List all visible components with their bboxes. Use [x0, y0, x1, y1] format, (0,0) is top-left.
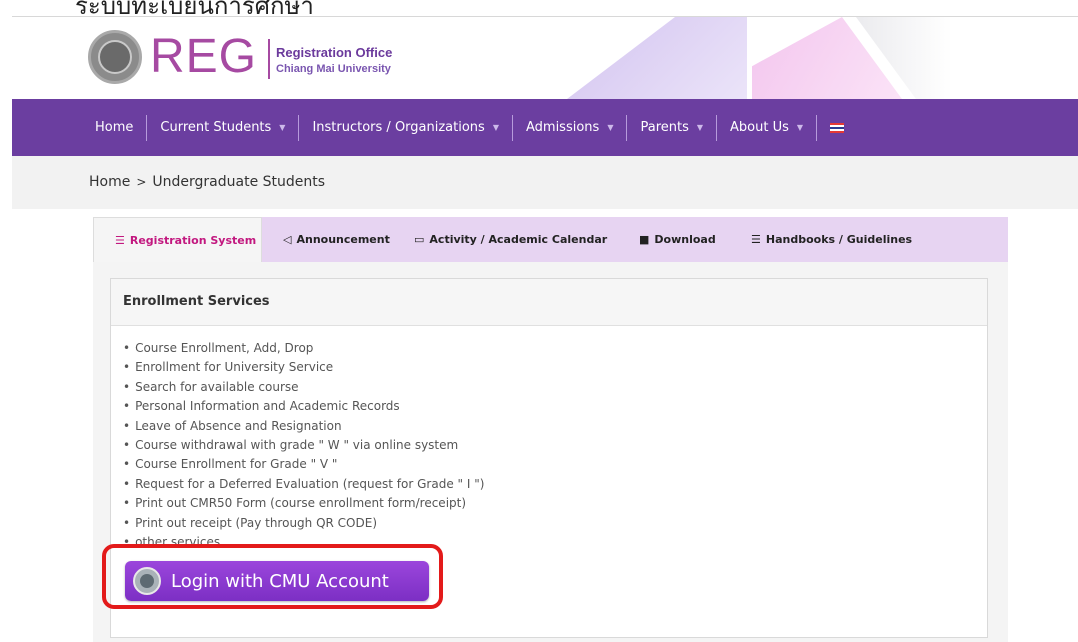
database-icon: ☰	[115, 234, 125, 247]
breadcrumb: Home > Undergraduate Students	[12, 156, 1078, 209]
logo-university-text: Chiang Mai University	[276, 63, 391, 75]
login-button-label: Login with CMU Account	[171, 570, 389, 592]
breadcrumb-current: Undergraduate Students	[152, 174, 326, 190]
logo-office-text: Registration Office	[276, 45, 393, 60]
chevron-down-icon: ▼	[696, 123, 704, 132]
nav-home[interactable]: Home	[82, 99, 146, 156]
panel-title: Enrollment Services	[123, 294, 270, 309]
nav-about-us[interactable]: About Us ▼	[717, 99, 816, 156]
logo-divider	[268, 39, 270, 79]
header-decoration	[567, 17, 747, 99]
list-icon: ☰	[751, 233, 761, 246]
tab-registration-system[interactable]: ☰ Registration System	[93, 217, 262, 263]
reg-logo[interactable]: REG	[150, 29, 257, 85]
list-item: Enrollment for University Service	[123, 358, 484, 377]
tab-academic-calendar[interactable]: ▭ Activity / Academic Calendar	[414, 217, 607, 262]
tab-bar: ☰ Registration System ◁ Announcement ▭ Acti…	[93, 217, 1008, 263]
list-item: Request for a Deferred Evaluation (reque…	[123, 475, 484, 494]
nav-admissions[interactable]: Admissions ▼	[513, 99, 626, 156]
list-item: Leave of Absence and Resignation	[123, 417, 484, 436]
nav-current-students[interactable]: Current Students ▼	[147, 99, 298, 156]
university-seal-icon[interactable]	[88, 30, 142, 84]
file-icon: ■	[639, 233, 650, 246]
tab-announcement[interactable]: ◁ Announcement	[283, 217, 390, 262]
services-list: Course Enrollment, Add, Drop Enrollment …	[123, 339, 484, 552]
chevron-down-icon: ▼	[492, 123, 499, 132]
list-item: Personal Information and Academic Record…	[123, 397, 484, 416]
list-item: Course Enrollment for Grade " V "	[123, 455, 484, 474]
breadcrumb-separator: >	[136, 175, 147, 189]
tab-download[interactable]: ■ Download	[639, 217, 716, 262]
chevron-down-icon: ▼	[607, 123, 614, 132]
list-item: Print out receipt (Pay through QR CODE)	[123, 514, 484, 533]
chevron-down-icon: ▼	[796, 123, 804, 132]
list-item: Search for available course	[123, 378, 484, 397]
breadcrumb-home[interactable]: Home	[89, 174, 130, 190]
nav-parents[interactable]: Parents ▼	[627, 99, 716, 156]
language-switcher[interactable]	[817, 99, 857, 156]
list-item: Course Enrollment, Add, Drop	[123, 339, 484, 358]
megaphone-icon: ◁	[283, 233, 292, 246]
nav-instructors[interactable]: Instructors / Organizations ▼	[299, 99, 512, 156]
tab-handbooks[interactable]: ☰ Handbooks / Guidelines	[751, 217, 912, 262]
cmu-seal-icon	[133, 567, 161, 595]
list-item: Print out CMR50 Form (course enrollment …	[123, 494, 484, 513]
thai-flag-icon	[830, 122, 845, 133]
list-item: Course withdrawal with grade " W " via o…	[123, 436, 484, 455]
main-navbar: Home Current Students ▼ Instructors / Org…	[12, 99, 1078, 156]
chevron-down-icon: ▼	[279, 123, 286, 132]
site-header: REG Registration Office Chiang Mai Unive…	[12, 17, 1078, 99]
calendar-icon: ▭	[414, 233, 425, 246]
panel-header: Enrollment Services	[111, 279, 987, 326]
login-with-cmu-button[interactable]: Login with CMU Account	[125, 561, 429, 601]
